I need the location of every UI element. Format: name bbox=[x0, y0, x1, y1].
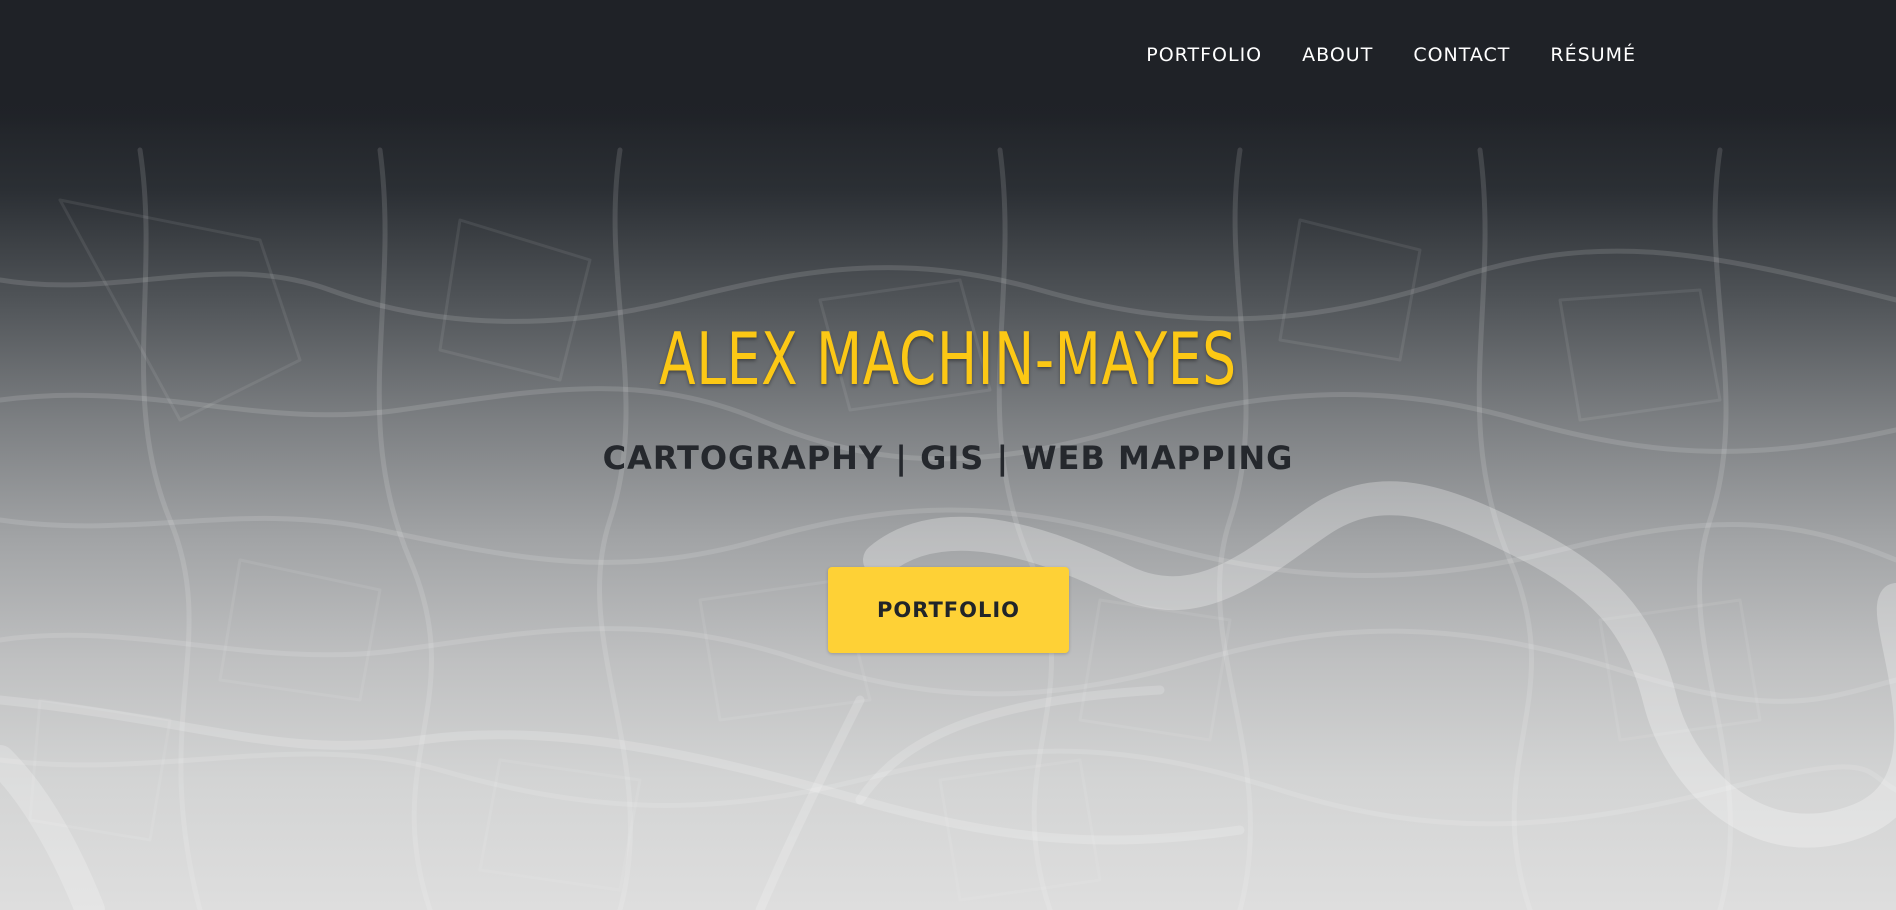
portfolio-button[interactable]: PORTFOLIO bbox=[828, 567, 1069, 653]
hero-title: ALEX MACHIN-MAYES bbox=[659, 317, 1237, 401]
landing-page: PORTFOLIO ABOUT CONTACT RÉSUMÉ ALEX MACH… bbox=[0, 0, 1896, 910]
hero-subtitle: CARTOGRAPHY | GIS | WEB MAPPING bbox=[602, 439, 1294, 477]
hero-section: ALEX MACHIN-MAYES CARTOGRAPHY | GIS | WE… bbox=[0, 0, 1896, 910]
